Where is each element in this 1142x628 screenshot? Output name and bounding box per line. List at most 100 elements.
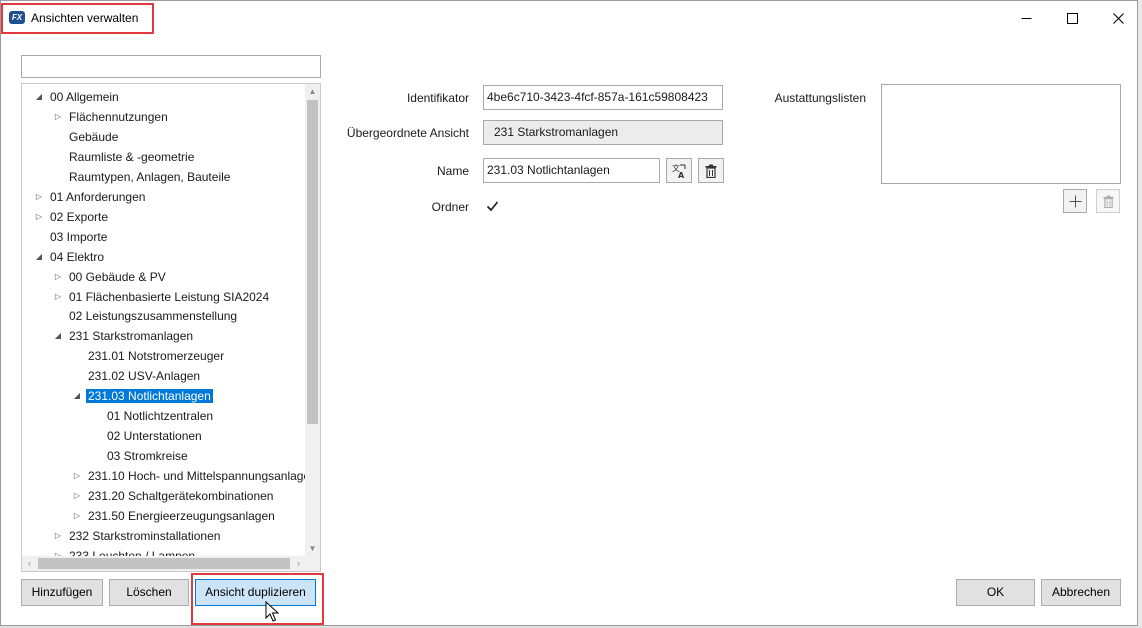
tree-item-label: Raumtypen, Anlagen, Bauteile bbox=[69, 169, 231, 184]
collapsed-arrow-icon[interactable]: ▷ bbox=[72, 506, 82, 526]
tree-item[interactable]: ▷ 01 Flächenbasierte Leistung SIA2024 bbox=[55, 287, 271, 307]
tree-item[interactable]: Raumtypen, Anlagen, Bauteile bbox=[67, 167, 232, 187]
tree-item[interactable]: Gebäude bbox=[67, 127, 120, 147]
tree-item[interactable]: ▷ 231.10 Hoch- und Mittelspannungsanlagen bbox=[74, 466, 306, 486]
equipment-lists-box[interactable] bbox=[881, 84, 1121, 184]
window-shadow-right bbox=[1138, 0, 1142, 628]
collapsed-arrow-icon[interactable]: ▷ bbox=[34, 207, 44, 227]
tree-item-label: 03 Importe bbox=[50, 229, 108, 244]
folder-checkbox[interactable] bbox=[485, 199, 499, 213]
collapsed-arrow-icon[interactable]: ▷ bbox=[53, 546, 63, 556]
scroll-down-icon[interactable]: ▼ bbox=[305, 541, 320, 556]
tree-item[interactable]: 01 Notlichtzentralen bbox=[105, 406, 215, 426]
tree-item[interactable]: ◢ 231 Starkstromanlagen bbox=[55, 326, 195, 346]
tree-item[interactable]: ◢ 00 Allgemein bbox=[36, 87, 121, 107]
tree-item[interactable]: ▷ 231.50 Energieerzeugungsanlagen bbox=[74, 506, 277, 526]
collapsed-arrow-icon[interactable]: ▷ bbox=[34, 187, 44, 207]
tree-item-label: 03 Stromkreise bbox=[107, 449, 188, 464]
tree-item[interactable]: 231.02 USV-Anlagen bbox=[86, 366, 202, 386]
expanded-arrow-icon[interactable]: ◢ bbox=[34, 247, 44, 267]
name-label: Name bbox=[436, 164, 469, 178]
collapsed-arrow-icon[interactable]: ▷ bbox=[53, 287, 63, 307]
vertical-scroll-thumb[interactable] bbox=[307, 100, 318, 424]
tree-item[interactable]: 231.01 Notstromerzeuger bbox=[86, 346, 226, 366]
tree-item[interactable]: ▷ 00 Gebäude & PV bbox=[55, 267, 168, 287]
title-bar[interactable]: FX Ansichten verwalten bbox=[1, 1, 1137, 35]
add-button[interactable]: Hinzufügen bbox=[21, 579, 103, 606]
tree-item-label: 04 Elektro bbox=[50, 249, 105, 264]
translate-button[interactable]: 文 A bbox=[666, 158, 692, 183]
trash-icon bbox=[705, 164, 717, 178]
equipment-lists-label: Austattungslisten bbox=[774, 91, 866, 105]
expanded-arrow-icon[interactable]: ◢ bbox=[34, 87, 44, 107]
delete-button[interactable]: Löschen bbox=[109, 579, 189, 606]
tree-item[interactable]: 03 Importe bbox=[48, 227, 109, 247]
title-highlight-frame bbox=[1, 3, 154, 34]
name-field[interactable]: 231.03 Notlichtanlagen bbox=[483, 158, 660, 183]
close-button[interactable] bbox=[1095, 1, 1141, 35]
collapsed-arrow-icon[interactable]: ▷ bbox=[53, 267, 63, 287]
maximize-button[interactable] bbox=[1049, 1, 1095, 35]
tree-item-label: 01 Notlichtzentralen bbox=[107, 409, 214, 424]
tree-items-container: ◢ 00 Allgemein ▷ Flächennutzungen Gebäude Rau… bbox=[22, 86, 306, 556]
folder-label: Ordner bbox=[431, 200, 469, 214]
tree-item[interactable]: ▷ 02 Exporte bbox=[36, 207, 110, 227]
tree-item-label: 231.01 Notstromerzeuger bbox=[88, 349, 225, 364]
tree-item-label: 231.20 Schaltgerätekombinationen bbox=[88, 489, 274, 503]
translate-icon: 文 A bbox=[672, 163, 686, 179]
delete-equipment-list-button[interactable] bbox=[1096, 189, 1120, 213]
tree-item-label: 01 Flächenbasierte Leistung SIA2024 bbox=[69, 289, 270, 304]
tree-item[interactable]: ▷ 01 Anforderungen bbox=[36, 187, 147, 207]
views-tree[interactable]: ◢ 00 Allgemein ▷ Flächennutzungen Gebäude Rau… bbox=[21, 83, 321, 572]
expanded-arrow-icon[interactable]: ◢ bbox=[72, 386, 82, 406]
tree-item[interactable]: ◢ 04 Elektro bbox=[36, 247, 106, 267]
tree-item-label: 231.03 Notlichtanlagen bbox=[86, 389, 213, 404]
tree-item-label: 232 Starkstrominstallationen bbox=[69, 528, 221, 543]
tree-item[interactable]: ▷ 232 Starkstrominstallationen bbox=[55, 526, 222, 546]
collapsed-arrow-icon[interactable]: ▷ bbox=[72, 486, 82, 506]
tree-item-label: 231.10 Hoch- und Mittelspannungsanlagen bbox=[88, 469, 306, 484]
tree-item[interactable]: 02 Unterstationen bbox=[105, 426, 204, 446]
tree-item-label: 02 Leistungszusammenstellung bbox=[69, 309, 238, 324]
identifier-field[interactable]: 4be6c710-3423-4fcf-857a-161c59808423 bbox=[483, 85, 723, 110]
tree-item-label: 00 Allgemein bbox=[50, 90, 119, 104]
cancel-button[interactable]: Abbrechen bbox=[1041, 579, 1121, 606]
scroll-right-icon[interactable]: › bbox=[291, 556, 306, 571]
tree-item[interactable]: ▷ Flächennutzungen bbox=[55, 107, 170, 127]
tree-item[interactable]: 02 Leistungszusammenstellung bbox=[67, 306, 239, 326]
tree-item[interactable]: ▷ 233 Leuchten / Lampen bbox=[55, 546, 197, 556]
parent-view-label: Übergeordnete Ansicht bbox=[346, 126, 469, 140]
plus-icon bbox=[1069, 195, 1081, 207]
manage-views-dialog: FX Ansichten verwalten ◢ 00 Allgemein ▷ Flä… bbox=[0, 0, 1138, 626]
tree-item[interactable]: 03 Stromkreise bbox=[105, 446, 190, 466]
delete-name-button[interactable] bbox=[698, 158, 724, 183]
horizontal-scroll-thumb[interactable] bbox=[38, 558, 290, 569]
tree-item[interactable]: ▷ 231.20 Schaltgerätekombinationen bbox=[74, 486, 275, 506]
tree-item[interactable]: Raumliste & -geometrie bbox=[67, 147, 196, 167]
collapsed-arrow-icon[interactable]: ▷ bbox=[53, 107, 63, 127]
scroll-left-icon[interactable]: ‹ bbox=[22, 556, 37, 571]
tree-item-label: 231.02 USV-Anlagen bbox=[88, 369, 201, 384]
svg-text:A: A bbox=[678, 171, 685, 179]
tree-item-label: Gebäude bbox=[69, 129, 119, 144]
close-icon bbox=[1112, 12, 1124, 24]
collapsed-arrow-icon[interactable]: ▷ bbox=[72, 466, 82, 486]
tree-search-input[interactable] bbox=[21, 55, 321, 78]
duplicate-highlight-frame bbox=[191, 573, 324, 625]
tree-item-label: 231.50 Energieerzeugungsanlagen bbox=[88, 508, 275, 523]
minimize-button[interactable] bbox=[1003, 1, 1049, 35]
tree-item-label: Raumliste & -geometrie bbox=[69, 149, 195, 164]
tree-item-label: 00 Gebäude & PV bbox=[69, 269, 166, 284]
trash-icon bbox=[1102, 195, 1114, 208]
tree-item-label: Flächennutzungen bbox=[69, 109, 168, 124]
tree-item[interactable]: ◢ 231.03 Notlichtanlagen bbox=[74, 386, 213, 406]
tree-vertical-scrollbar[interactable]: ▲ ▼ bbox=[305, 84, 320, 556]
scroll-up-icon[interactable]: ▲ bbox=[305, 84, 320, 99]
tree-item-label: 02 Exporte bbox=[50, 209, 109, 224]
expanded-arrow-icon[interactable]: ◢ bbox=[53, 326, 63, 346]
ok-button[interactable]: OK bbox=[956, 579, 1035, 606]
tree-item-label: 02 Unterstationen bbox=[107, 429, 202, 444]
tree-horizontal-scrollbar[interactable]: ‹ › bbox=[22, 556, 306, 571]
collapsed-arrow-icon[interactable]: ▷ bbox=[53, 526, 63, 546]
add-equipment-list-button[interactable] bbox=[1063, 189, 1087, 213]
